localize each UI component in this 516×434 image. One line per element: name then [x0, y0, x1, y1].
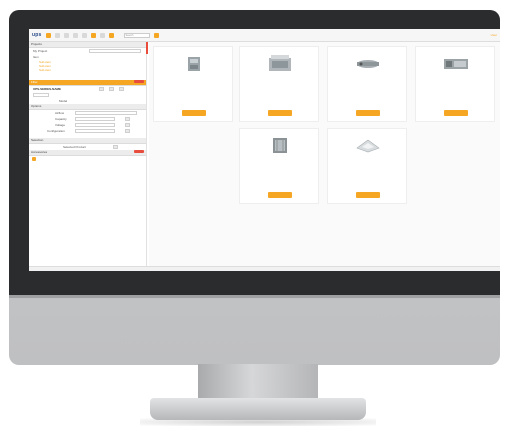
- filter-button[interactable]: [109, 87, 114, 91]
- project-select[interactable]: [89, 49, 141, 53]
- row-label: Airflow: [55, 111, 65, 115]
- product-card[interactable]: [153, 46, 233, 122]
- section-filter: Filter UPS-SERIES-NAME Model: [29, 80, 146, 104]
- option-select[interactable]: [75, 123, 115, 127]
- chart-icon[interactable]: [99, 32, 105, 38]
- folder-icon[interactable]: [81, 32, 87, 38]
- status-bar: [29, 266, 500, 271]
- panel-scroll-marker: [146, 42, 148, 54]
- select-product-button[interactable]: [268, 192, 292, 198]
- add-accessory-button[interactable]: [32, 157, 36, 161]
- row-label: UPS-SERIES-NAME: [33, 87, 62, 91]
- product-image: [188, 57, 200, 71]
- alert-badge: [134, 150, 144, 153]
- filter-button[interactable]: [119, 87, 124, 91]
- section-options: Options Airflow Capacity Voltage Configu…: [29, 104, 146, 138]
- product-card[interactable]: [239, 46, 319, 122]
- search-input[interactable]: Search: [123, 32, 150, 38]
- option-select[interactable]: [75, 129, 115, 133]
- app-logo: ups: [32, 32, 42, 38]
- monitor-screen: ups Search User Projects My Project Item: [29, 29, 500, 271]
- monitor-chin: [9, 295, 500, 298]
- row-label: Configuration: [47, 129, 65, 133]
- select-product-button[interactable]: [444, 110, 468, 116]
- help-icon[interactable]: [153, 32, 159, 38]
- left-panel: Projects My Project Item Sub-item Sub-it…: [29, 42, 147, 266]
- option-select[interactable]: [75, 117, 115, 121]
- forward-icon[interactable]: [63, 32, 69, 38]
- product-card[interactable]: [415, 46, 495, 122]
- product-card[interactable]: [327, 128, 407, 204]
- accessory-row[interactable]: [29, 156, 146, 162]
- back-icon[interactable]: [54, 32, 60, 38]
- section-accessories: Accessories: [29, 150, 146, 162]
- app-toolbar: ups Search User: [29, 29, 500, 42]
- select-product-button[interactable]: [356, 110, 380, 116]
- product-grid: [149, 42, 500, 266]
- monitor-stand-neck: [198, 364, 318, 402]
- product-image: [357, 60, 379, 68]
- row-label: Item: [33, 55, 39, 59]
- product-image: [356, 139, 380, 153]
- filter-button[interactable]: [99, 87, 104, 91]
- option-row[interactable]: Configuration: [29, 128, 146, 134]
- row-label: Voltage: [55, 123, 66, 127]
- row-label: My Project: [33, 49, 48, 53]
- monitor-stand-base: [150, 398, 366, 420]
- section-projects: Projects My Project Item Sub-item Sub-it…: [29, 42, 146, 80]
- product-card[interactable]: [327, 46, 407, 122]
- row-label: Sub-item: [39, 68, 52, 72]
- select-product-button[interactable]: [268, 110, 292, 116]
- menu-icon[interactable]: [45, 32, 51, 38]
- product-card[interactable]: [239, 128, 319, 204]
- select-product-button[interactable]: [182, 110, 206, 116]
- tree-subitem[interactable]: Sub-item: [29, 68, 146, 72]
- option-button[interactable]: [125, 117, 130, 121]
- alert-badge: [134, 80, 144, 83]
- user-menu[interactable]: User: [491, 33, 497, 37]
- row-label: Selected Product: [63, 145, 86, 149]
- select-product-button[interactable]: [356, 192, 380, 198]
- product-image: [444, 59, 468, 69]
- row-label: Model: [59, 99, 68, 103]
- doc-icon[interactable]: [72, 32, 78, 38]
- tool-icon[interactable]: [90, 32, 96, 38]
- settings-icon[interactable]: [108, 32, 114, 38]
- section-selection: Selection Selected Product: [29, 138, 146, 150]
- option-select[interactable]: [75, 111, 137, 115]
- option-button[interactable]: [125, 129, 130, 133]
- option-button[interactable]: [125, 123, 130, 127]
- product-image: [269, 55, 291, 71]
- selection-button[interactable]: [113, 145, 118, 149]
- product-image: [273, 138, 287, 153]
- row-label: Capacity: [55, 117, 67, 121]
- filter-input[interactable]: [33, 93, 49, 97]
- product-photo: ups Search User Projects My Project Item: [0, 0, 516, 434]
